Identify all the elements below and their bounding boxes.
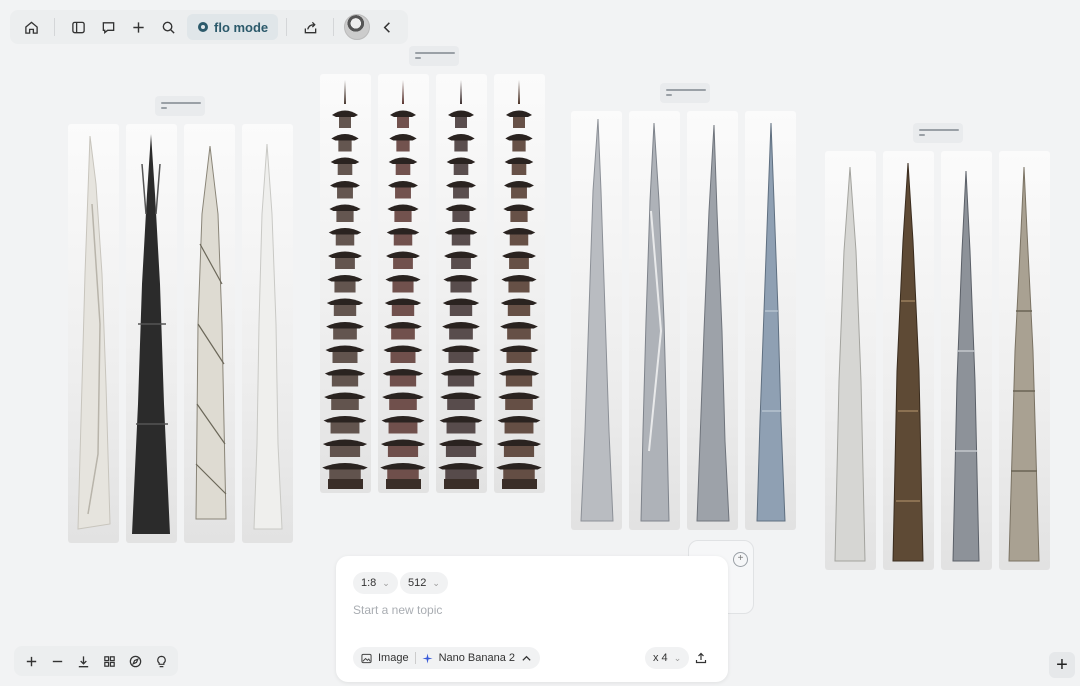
pagoda-image xyxy=(438,80,484,489)
divider xyxy=(333,18,335,36)
tower-image xyxy=(132,134,170,534)
top-toolbar: flo mode xyxy=(10,10,409,44)
count-value: x 4 xyxy=(653,652,668,664)
flo-mode-button[interactable]: flo mode xyxy=(187,14,279,40)
image-card[interactable] xyxy=(68,124,119,543)
home-icon[interactable] xyxy=(16,12,46,42)
tower-image xyxy=(77,135,111,530)
prompt-input[interactable]: Start a new topic xyxy=(353,603,442,617)
flo-mode-label: flo mode xyxy=(214,19,269,35)
group-note[interactable] xyxy=(155,96,205,116)
image-card[interactable] xyxy=(883,151,934,570)
zoom-out-icon[interactable] xyxy=(44,648,70,674)
image-card[interactable] xyxy=(494,74,545,493)
chevron-down-icon: ⌄ xyxy=(432,577,440,588)
tower-image xyxy=(195,145,227,520)
image-card[interactable] xyxy=(184,124,235,543)
image-icon xyxy=(361,653,372,663)
divider xyxy=(54,18,55,36)
spire-image xyxy=(834,166,866,562)
lightbulb-icon[interactable] xyxy=(148,648,174,674)
skyscraper-image xyxy=(640,122,670,522)
resolution-select[interactable]: 512 ⌄ xyxy=(400,572,448,594)
add-node-icon[interactable]: + xyxy=(733,552,748,567)
image-card[interactable] xyxy=(242,124,293,543)
group-note[interactable] xyxy=(660,83,710,103)
type-label: Image xyxy=(378,652,409,664)
chevron-left-icon[interactable] xyxy=(372,12,402,42)
skyscraper-image xyxy=(696,124,730,522)
canvas[interactable]: flo mode + 1:8 ⌄ 512 ⌄ Start a new topic… xyxy=(0,0,1080,686)
avatar[interactable] xyxy=(342,12,372,42)
search-icon[interactable] xyxy=(153,12,183,42)
spire-image xyxy=(952,170,980,562)
group-note[interactable] xyxy=(409,46,459,66)
pagoda-image xyxy=(496,80,542,489)
spire-image xyxy=(1008,166,1040,562)
image-card[interactable] xyxy=(745,111,796,530)
count-select[interactable]: x 4 ⌄ xyxy=(645,647,690,669)
download-icon[interactable] xyxy=(70,648,96,674)
image-card[interactable] xyxy=(436,74,487,493)
group-note[interactable] xyxy=(913,123,963,143)
sidebar-icon[interactable] xyxy=(63,12,93,42)
aspect-ratio-select[interactable]: 1:8 ⌄ xyxy=(353,572,398,594)
image-card[interactable] xyxy=(378,74,429,493)
image-card[interactable] xyxy=(999,151,1050,570)
flo-mode-icon xyxy=(198,22,208,32)
image-card[interactable] xyxy=(571,111,622,530)
pagoda-image xyxy=(322,80,368,489)
skyscraper-image xyxy=(580,118,614,522)
image-card[interactable] xyxy=(126,124,177,543)
spire-image xyxy=(892,162,924,562)
pagoda-image xyxy=(380,80,426,489)
model-label: Nano Banana 2 xyxy=(438,652,516,664)
upload-icon xyxy=(695,652,707,664)
generation-settings[interactable]: Image Nano Banana 2 xyxy=(353,647,541,669)
sparkle-icon xyxy=(422,652,433,664)
compass-icon[interactable] xyxy=(122,648,148,674)
chevron-down-icon: ⌄ xyxy=(673,652,682,663)
image-card[interactable] xyxy=(941,151,992,570)
tower-image xyxy=(253,143,283,530)
divider xyxy=(286,18,288,36)
divider xyxy=(414,652,416,664)
resolution-value: 512 xyxy=(408,577,427,589)
skyscraper-image xyxy=(756,122,786,522)
upload-button[interactable] xyxy=(690,647,712,669)
aspect-ratio-value: 1:8 xyxy=(361,577,377,589)
canvas-toolbar xyxy=(14,646,178,676)
add-button[interactable]: + xyxy=(1049,652,1075,678)
comment-icon[interactable] xyxy=(93,12,123,42)
image-card[interactable] xyxy=(629,111,680,530)
image-card[interactable] xyxy=(687,111,738,530)
chevron-down-icon: ⌄ xyxy=(382,577,390,588)
zoom-in-icon[interactable] xyxy=(18,648,44,674)
grid-icon[interactable] xyxy=(96,648,122,674)
plus-icon[interactable] xyxy=(123,12,153,42)
share-icon[interactable] xyxy=(295,12,325,42)
image-card[interactable] xyxy=(825,151,876,570)
image-card[interactable] xyxy=(320,74,371,493)
chevron-up-icon xyxy=(522,655,531,661)
